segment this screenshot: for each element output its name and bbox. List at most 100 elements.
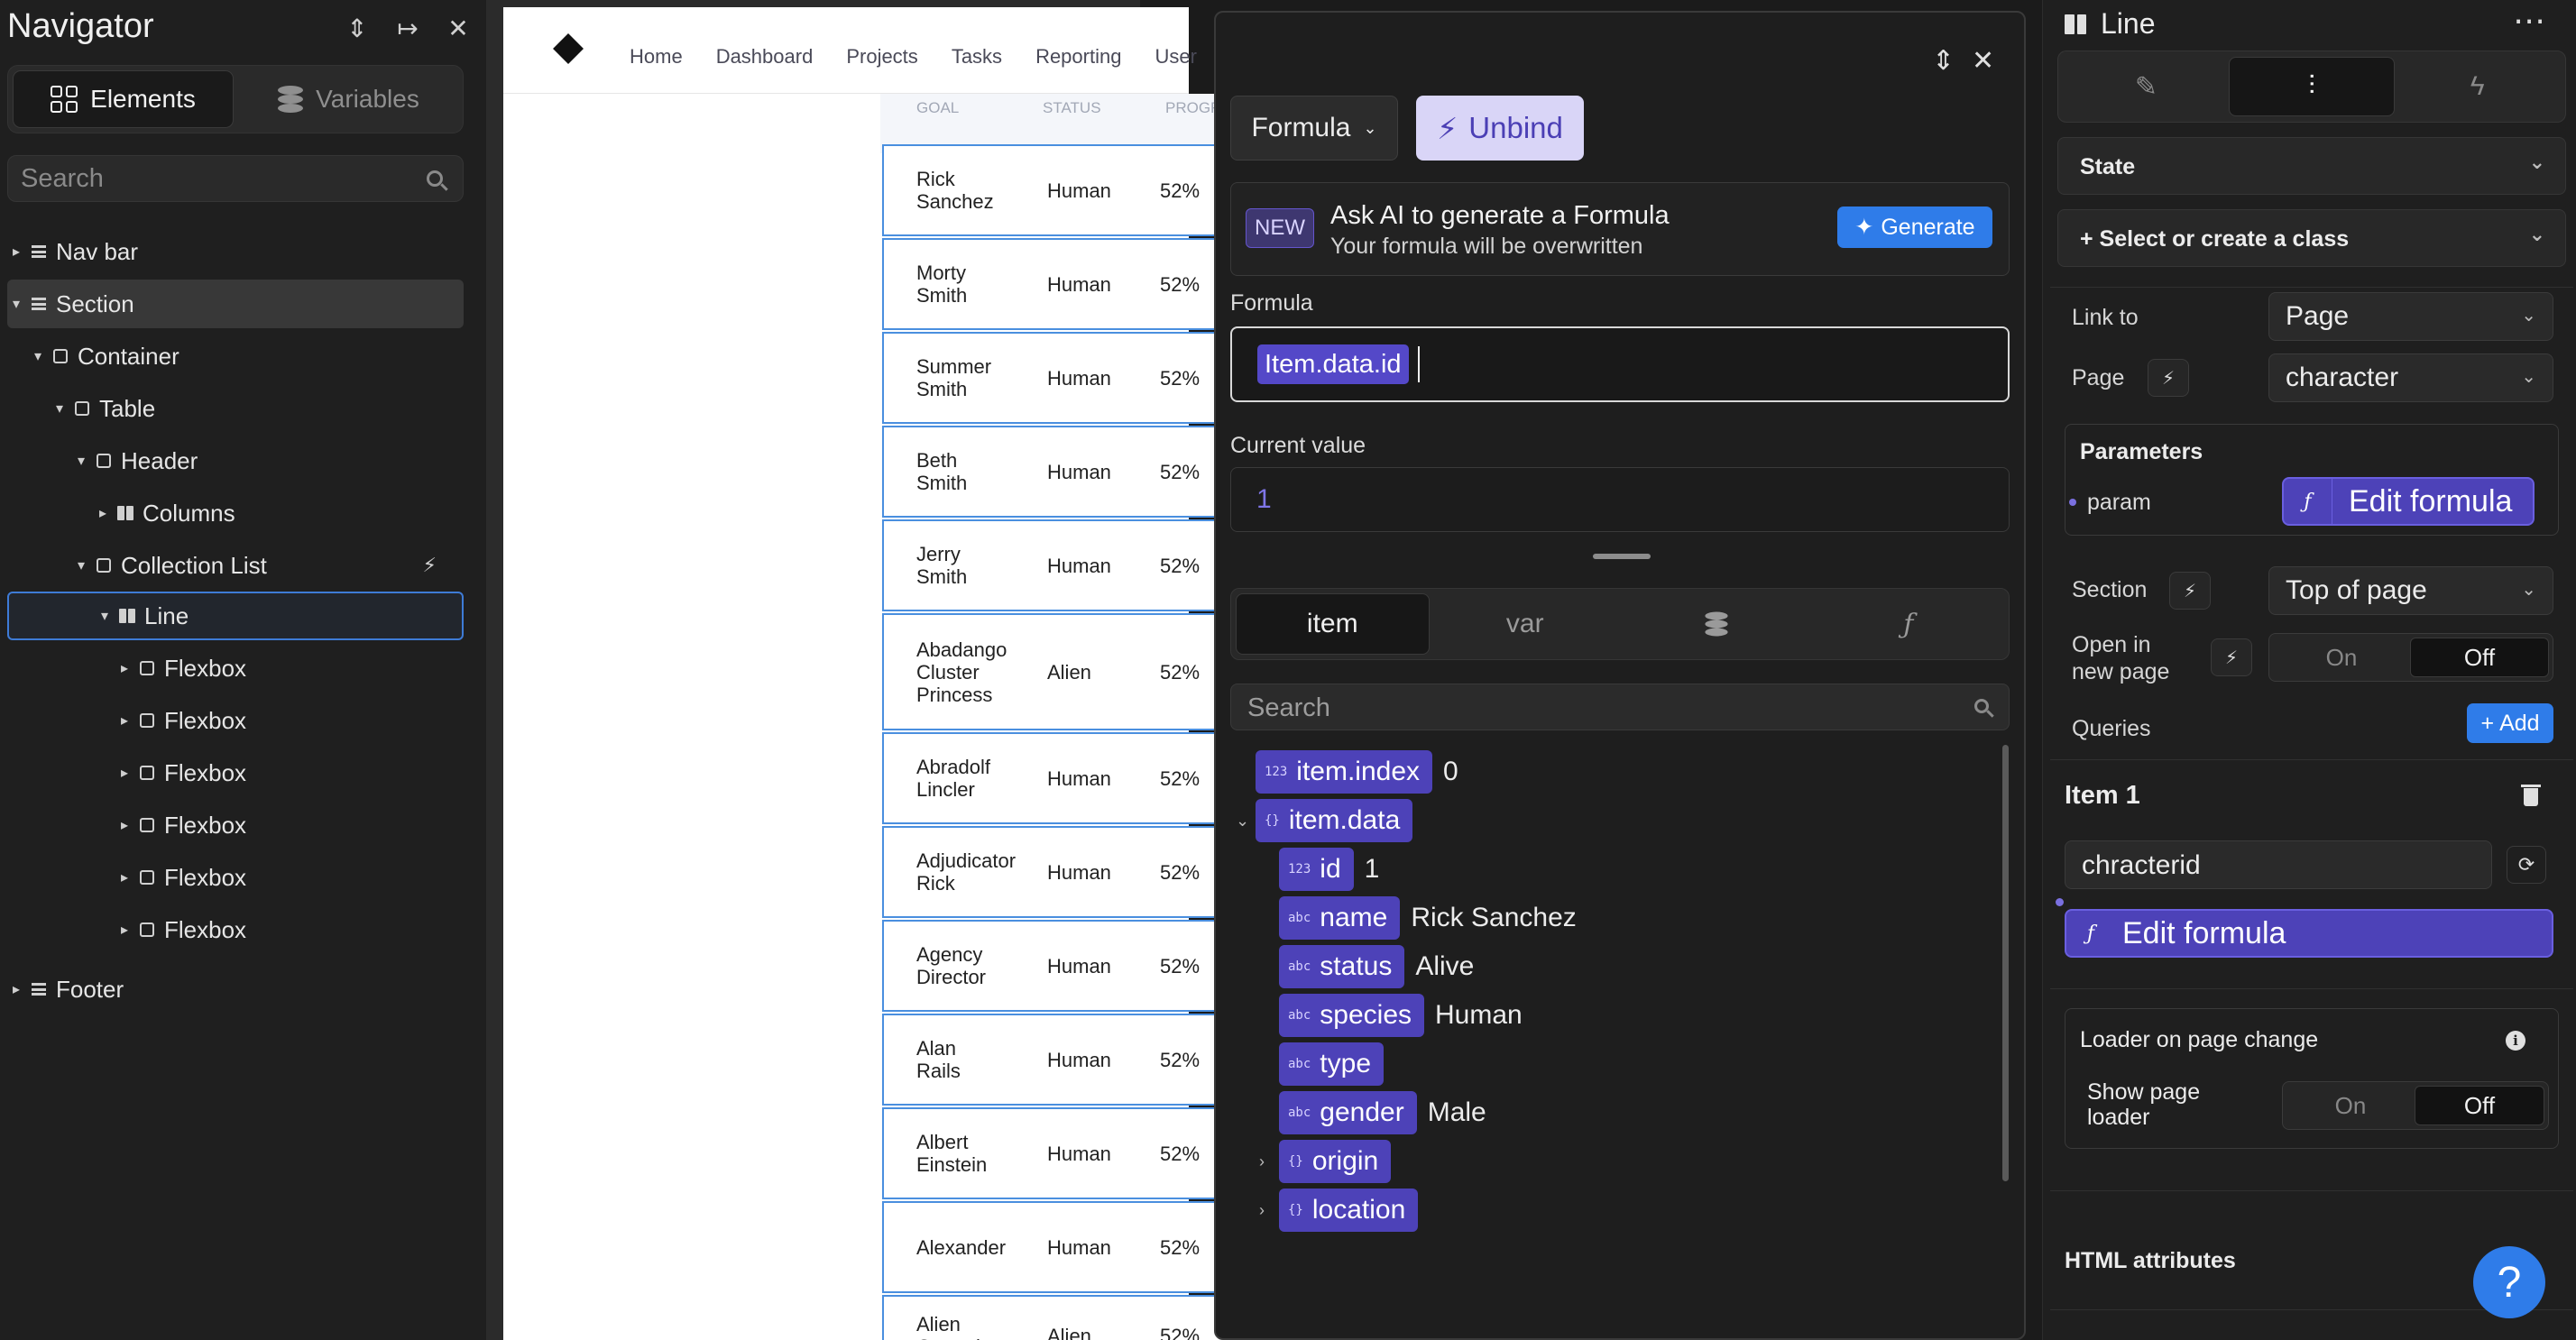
tree-item-collection-list[interactable]: ▾ Collection List ⚡ bbox=[7, 541, 464, 590]
bind-plug-icon[interactable]: ⚡ bbox=[2211, 638, 2252, 676]
caret-right-icon[interactable]: ▸ bbox=[115, 659, 133, 677]
resize-handle[interactable] bbox=[1593, 554, 1651, 559]
expand-collapse-icon[interactable]: ⇕ bbox=[1932, 45, 1955, 77]
tree-item-flexbox[interactable]: ▸ Flexbox bbox=[7, 696, 464, 745]
variable-chip[interactable]: {} location bbox=[1279, 1189, 1419, 1232]
caret-right-icon[interactable]: ▸ bbox=[115, 816, 133, 834]
tree-item-table[interactable]: ▾ Table bbox=[7, 384, 464, 433]
caret-down-icon[interactable]: ▾ bbox=[29, 347, 47, 365]
nav-link-users[interactable]: User bbox=[1155, 45, 1196, 69]
variable-chip[interactable]: 123 item.index bbox=[1256, 750, 1433, 794]
tab-item[interactable]: item bbox=[1236, 593, 1430, 655]
class-select-dropdown[interactable]: + Select or create a class ⌄ bbox=[2057, 209, 2566, 267]
html-attributes-header[interactable]: HTML attributes bbox=[2065, 1248, 2236, 1274]
bind-plug-icon[interactable]: ⚡ bbox=[2169, 572, 2211, 610]
tree-item-flexbox[interactable]: ▸ Flexbox bbox=[7, 644, 464, 693]
caret-down-icon[interactable]: ▾ bbox=[96, 607, 114, 625]
caret-down-icon[interactable]: ▾ bbox=[7, 295, 25, 313]
table-row[interactable]: Alexander Human 52% bbox=[882, 1201, 1225, 1293]
chevron-down-icon[interactable]: ⌄ bbox=[1236, 812, 1249, 831]
scrollbar[interactable] bbox=[2002, 745, 2009, 1181]
info-icon[interactable]: i bbox=[2506, 1031, 2525, 1051]
tree-item-header[interactable]: ▾ Header bbox=[7, 436, 464, 485]
show-loader-toggle[interactable]: On Off bbox=[2282, 1081, 2549, 1130]
caret-right-icon[interactable]: ▸ bbox=[94, 504, 112, 522]
close-icon[interactable]: ✕ bbox=[446, 13, 470, 43]
tab-settings[interactable]: ⫶ bbox=[2228, 57, 2396, 116]
close-icon[interactable]: ✕ bbox=[1972, 45, 1994, 77]
bind-plug-icon[interactable]: ⚡ bbox=[2148, 359, 2189, 397]
tree-item-nav-bar[interactable]: ▸ Nav bar bbox=[7, 227, 464, 276]
nav-link-tasks[interactable]: Tasks bbox=[952, 45, 1002, 69]
nav-link-home[interactable]: Home bbox=[630, 45, 683, 69]
caret-right-icon[interactable]: ▸ bbox=[115, 921, 133, 939]
variable-chip[interactable]: abc species bbox=[1279, 994, 1425, 1037]
tree-item-flexbox[interactable]: ▸ Flexbox bbox=[7, 801, 464, 849]
tab-data[interactable] bbox=[1621, 593, 1813, 655]
caret-right-icon[interactable]: ▸ bbox=[7, 980, 25, 998]
toggle-on[interactable]: On bbox=[2273, 638, 2410, 677]
link-to-select[interactable]: Page ⌄ bbox=[2268, 292, 2553, 341]
expand-collapse-icon[interactable]: ⇕ bbox=[345, 13, 369, 43]
tree-item-section[interactable]: ▾ Section bbox=[7, 280, 464, 328]
caret-right-icon[interactable]: ▸ bbox=[7, 243, 25, 261]
tab-functions[interactable]: ƒ bbox=[1813, 593, 2005, 655]
table-row[interactable]: Adjudicator Rick Human 52% bbox=[882, 826, 1225, 918]
tree-item-flexbox[interactable]: ▸ Flexbox bbox=[7, 748, 464, 797]
formula-token[interactable]: Item.data.id bbox=[1257, 344, 1409, 384]
help-button[interactable]: ? bbox=[2473, 1246, 2545, 1318]
page-preview[interactable]: Home Dashboard Projects Tasks Reporting … bbox=[503, 7, 1225, 1340]
tab-interactions[interactable]: ϟ bbox=[2395, 57, 2560, 116]
table-row[interactable]: Jerry Smith Human 52% bbox=[882, 519, 1225, 611]
section-select[interactable]: Top of page ⌄ bbox=[2268, 566, 2553, 615]
variable-chip[interactable]: {} origin bbox=[1279, 1140, 1392, 1183]
generate-button[interactable]: ✦ Generate bbox=[1837, 207, 1992, 248]
caret-down-icon[interactable]: ▾ bbox=[72, 452, 90, 470]
refresh-icon[interactable]: ⟳ bbox=[2507, 846, 2546, 884]
edit-formula-button[interactable]: ƒ Edit formula bbox=[2065, 909, 2553, 958]
caret-down-icon[interactable]: ▾ bbox=[72, 556, 90, 574]
table-row[interactable]: Alan Rails Human 52% bbox=[882, 1014, 1225, 1106]
nav-link-reporting[interactable]: Reporting bbox=[1035, 45, 1121, 69]
state-dropdown[interactable]: State ⌄ bbox=[2057, 137, 2566, 195]
caret-right-icon[interactable]: ▸ bbox=[115, 764, 133, 782]
nav-link-dashboard[interactable]: Dashboard bbox=[716, 45, 814, 69]
navigator-search-input[interactable]: Search bbox=[7, 155, 464, 202]
tab-elements[interactable]: Elements bbox=[13, 70, 234, 128]
toggle-on[interactable]: On bbox=[2286, 1086, 2415, 1125]
variable-chip[interactable]: abc status bbox=[1279, 945, 1405, 988]
formula-mode-dropdown[interactable]: Formula ⌄ bbox=[1230, 96, 1398, 161]
toggle-off[interactable]: Off bbox=[2415, 1086, 2544, 1125]
tab-variables[interactable]: Variables bbox=[239, 70, 458, 128]
tree-item-footer[interactable]: ▸ Footer bbox=[7, 965, 464, 1014]
tree-item-columns[interactable]: ▸ Columns bbox=[7, 489, 464, 537]
table-row[interactable]: Agency Director Human 52% bbox=[882, 920, 1225, 1012]
table-row[interactable]: Morty Smith Human 52% bbox=[882, 238, 1225, 330]
chevron-right-icon[interactable]: › bbox=[1259, 1152, 1265, 1171]
tree-item-flexbox[interactable]: ▸ Flexbox bbox=[7, 853, 464, 902]
variable-chip[interactable]: abc type bbox=[1279, 1042, 1385, 1086]
table-row[interactable]: Beth Smith Human 52% bbox=[882, 426, 1225, 518]
trash-icon[interactable] bbox=[2521, 783, 2541, 806]
toggle-off[interactable]: Off bbox=[2410, 638, 2549, 677]
tab-var[interactable]: var bbox=[1430, 593, 1622, 655]
edit-formula-button[interactable]: ƒ Edit formula bbox=[2282, 477, 2535, 526]
dock-icon[interactable]: ↦ bbox=[396, 13, 419, 43]
tree-item-flexbox[interactable]: ▸ Flexbox bbox=[7, 905, 464, 954]
chevron-right-icon[interactable]: › bbox=[1259, 1201, 1265, 1220]
open-new-page-toggle[interactable]: On Off bbox=[2268, 633, 2553, 682]
variable-chip[interactable]: 123 id bbox=[1279, 848, 1354, 891]
caret-right-icon[interactable]: ▸ bbox=[115, 868, 133, 886]
table-row[interactable]: Abradolf Lincler Human 52% bbox=[882, 732, 1225, 824]
more-options-icon[interactable]: ⋯ bbox=[2513, 2, 2545, 40]
variable-chip[interactable]: abc name bbox=[1279, 896, 1401, 940]
bind-plug-icon[interactable]: ⚡ bbox=[423, 554, 437, 577]
caret-right-icon[interactable]: ▸ bbox=[115, 711, 133, 730]
unbind-button[interactable]: ⚡ Unbind bbox=[1416, 96, 1584, 161]
page-select[interactable]: character ⌄ bbox=[2268, 353, 2553, 402]
variable-search-input[interactable]: Search bbox=[1230, 684, 2010, 730]
table-row[interactable]: Albert Einstein Human 52% bbox=[882, 1107, 1225, 1199]
table-row[interactable]: Abadango Cluster Princess Alien 52% bbox=[882, 613, 1225, 730]
table-row[interactable]: Alien Googah Alien 52% bbox=[882, 1295, 1225, 1340]
query-key-input[interactable]: chracterid bbox=[2065, 840, 2492, 889]
